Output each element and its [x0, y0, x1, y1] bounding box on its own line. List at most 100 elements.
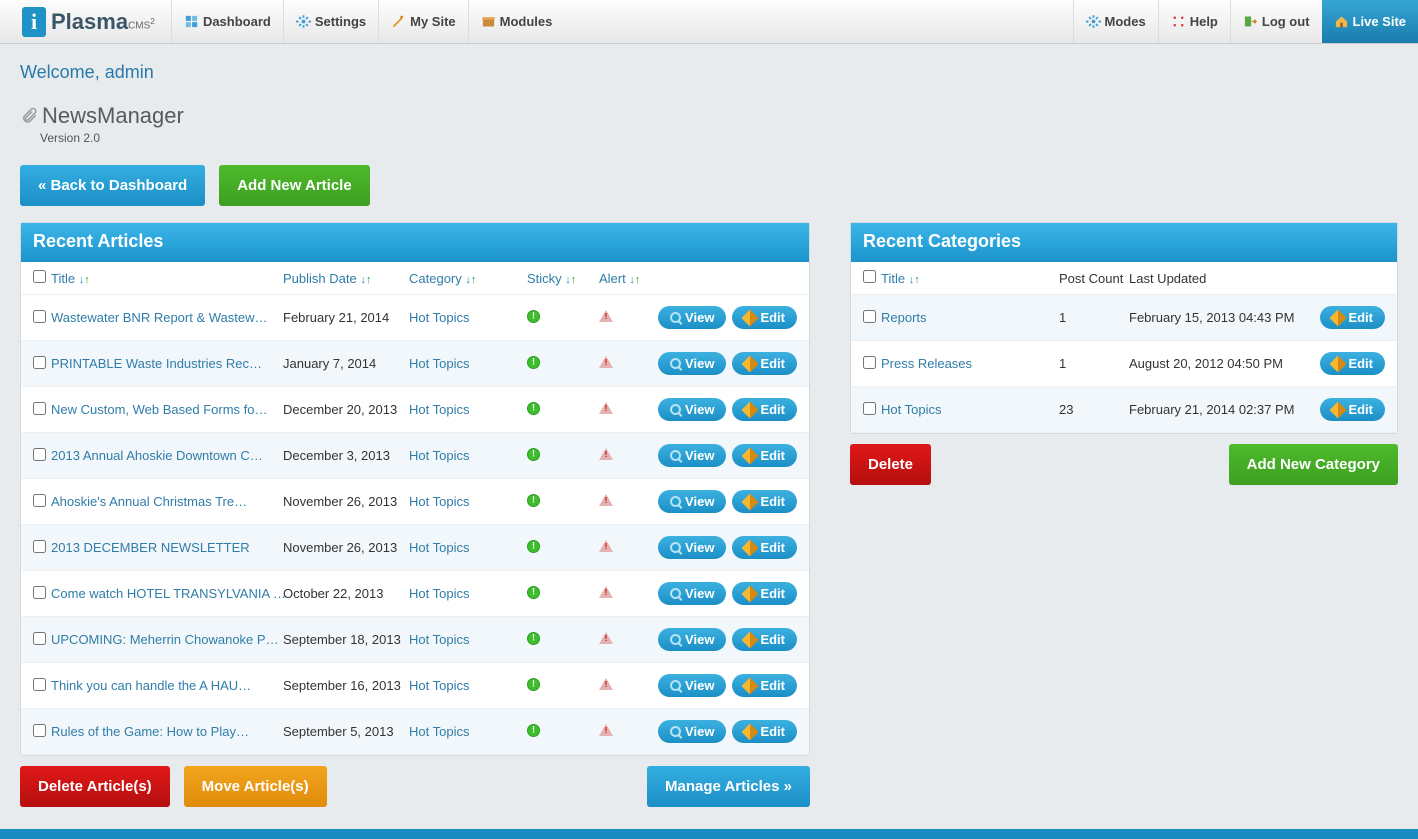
back-to-dashboard-button[interactable]: « Back to Dashboard — [20, 165, 205, 206]
col-header-category[interactable]: Category ↓↑ — [409, 271, 527, 286]
article-category-link[interactable]: Hot Topics — [409, 356, 469, 371]
box-icon — [481, 14, 496, 29]
edit-article-button[interactable]: Edit — [732, 398, 797, 421]
view-article-button[interactable]: View — [658, 628, 726, 651]
col-header-title[interactable]: Title ↓↑ — [51, 271, 283, 286]
article-row-checkbox[interactable] — [33, 724, 46, 737]
article-category-link[interactable]: Hot Topics — [409, 402, 469, 417]
view-article-button[interactable]: View — [658, 582, 726, 605]
edit-article-button[interactable]: Edit — [732, 720, 797, 743]
article-title-link[interactable]: 2013 DECEMBER NEWSLETTER — [51, 540, 250, 555]
edit-article-button[interactable]: Edit — [732, 352, 797, 375]
nav-dashboard[interactable]: Dashboard — [171, 0, 283, 43]
view-article-button[interactable]: View — [658, 398, 726, 421]
pencil-icon — [742, 539, 759, 556]
article-category-link[interactable]: Hot Topics — [409, 448, 469, 463]
article-date: December 20, 2013 — [283, 402, 409, 417]
edit-category-button[interactable]: Edit — [1320, 306, 1385, 329]
article-title-link[interactable]: PRINTABLE Waste Industries Rec… — [51, 356, 262, 371]
view-article-button[interactable]: View — [658, 674, 726, 697]
edit-article-button[interactable]: Edit — [732, 306, 797, 329]
category-title-link[interactable]: Reports — [881, 310, 927, 325]
view-article-button[interactable]: View — [658, 536, 726, 559]
article-category-link[interactable]: Hot Topics — [409, 540, 469, 555]
nav-label: Modes — [1105, 14, 1146, 29]
category-row-checkbox[interactable] — [863, 310, 876, 323]
add-article-button[interactable]: Add New Article — [219, 165, 369, 206]
article-category-link[interactable]: Hot Topics — [409, 310, 469, 325]
category-row-checkbox[interactable] — [863, 402, 876, 415]
add-category-button[interactable]: Add New Category — [1229, 444, 1398, 485]
article-row-checkbox[interactable] — [33, 402, 46, 415]
delete-categories-button[interactable]: Delete — [850, 444, 931, 485]
cat-col-header-title[interactable]: Title ↓↑ — [881, 271, 1059, 286]
category-post-count: 1 — [1059, 356, 1129, 371]
article-row-checkbox[interactable] — [33, 356, 46, 369]
col-header-alert[interactable]: Alert ↓↑ — [599, 271, 644, 286]
brand-logo[interactable]: i Plasma CMS2 — [0, 7, 171, 37]
edit-category-button[interactable]: Edit — [1320, 398, 1385, 421]
edit-article-button[interactable]: Edit — [732, 490, 797, 513]
edit-article-button[interactable]: Edit — [732, 536, 797, 559]
article-row-checkbox[interactable] — [33, 540, 46, 553]
nav-my-site[interactable]: My Site — [378, 0, 468, 43]
search-icon — [670, 634, 681, 645]
article-row-checkbox[interactable] — [33, 310, 46, 323]
nav-settings[interactable]: Settings — [283, 0, 378, 43]
view-article-button[interactable]: View — [658, 352, 726, 375]
nav-label: My Site — [410, 14, 456, 29]
move-articles-button[interactable]: Move Article(s) — [184, 766, 327, 807]
nav-help[interactable]: Help — [1158, 0, 1230, 43]
article-row-checkbox[interactable] — [33, 632, 46, 645]
nav-modules[interactable]: Modules — [468, 0, 565, 43]
category-title-link[interactable]: Hot Topics — [881, 402, 941, 417]
article-date: October 22, 2013 — [283, 586, 409, 601]
delete-articles-button[interactable]: Delete Article(s) — [20, 766, 170, 807]
manage-articles-button[interactable]: Manage Articles » — [647, 766, 810, 807]
view-article-button[interactable]: View — [658, 444, 726, 467]
edit-category-button[interactable]: Edit — [1320, 352, 1385, 375]
edit-article-button[interactable]: Edit — [732, 628, 797, 651]
article-row-checkbox[interactable] — [33, 494, 46, 507]
sticky-icon — [527, 356, 540, 369]
article-title-link[interactable]: Ahoskie's Annual Christmas Tre… — [51, 494, 247, 509]
article-title-link[interactable]: New Custom, Web Based Forms fo… — [51, 402, 268, 417]
select-all-categories-checkbox[interactable] — [863, 270, 876, 283]
article-title-link[interactable]: Come watch HOTEL TRANSYLVANIA … — [51, 586, 286, 601]
article-category-link[interactable]: Hot Topics — [409, 724, 469, 739]
sticky-icon — [527, 540, 540, 553]
article-row-checkbox[interactable] — [33, 586, 46, 599]
category-title-link[interactable]: Press Releases — [881, 356, 972, 371]
article-title-link[interactable]: UPCOMING: Meherrin Chowanoke P… — [51, 632, 279, 647]
view-article-button[interactable]: View — [658, 306, 726, 329]
article-title-link[interactable]: Think you can handle the A HAU… — [51, 678, 251, 693]
col-header-sticky[interactable]: Sticky ↓↑ — [527, 271, 599, 286]
col-header-publish-date[interactable]: Publish Date ↓↑ — [283, 271, 409, 286]
article-category-link[interactable]: Hot Topics — [409, 678, 469, 693]
article-row: Wastewater BNR Report & Wastew…February … — [21, 295, 809, 341]
edit-article-button[interactable]: Edit — [732, 444, 797, 467]
search-icon — [670, 680, 681, 691]
sticky-icon — [527, 494, 540, 507]
nav-live-site[interactable]: Live Site — [1322, 0, 1418, 43]
sticky-icon — [527, 448, 540, 461]
article-title-link[interactable]: Wastewater BNR Report & Wastew… — [51, 310, 267, 325]
edit-article-button[interactable]: Edit — [732, 582, 797, 605]
article-title-link[interactable]: 2013 Annual Ahoskie Downtown C… — [51, 448, 263, 463]
nav-log-out[interactable]: Log out — [1230, 0, 1322, 43]
edit-article-button[interactable]: Edit — [732, 674, 797, 697]
article-category-link[interactable]: Hot Topics — [409, 632, 469, 647]
nav-modes[interactable]: Modes — [1073, 0, 1158, 43]
logout-icon — [1243, 14, 1258, 29]
article-row-checkbox[interactable] — [33, 448, 46, 461]
article-row-checkbox[interactable] — [33, 678, 46, 691]
module-version: Version 2.0 — [40, 131, 1398, 145]
article-category-link[interactable]: Hot Topics — [409, 586, 469, 601]
view-article-button[interactable]: View — [658, 720, 726, 743]
select-all-articles-checkbox[interactable] — [33, 270, 46, 283]
article-title-link[interactable]: Rules of the Game: How to Play… — [51, 724, 249, 739]
alert-icon — [599, 356, 613, 368]
category-row-checkbox[interactable] — [863, 356, 876, 369]
view-article-button[interactable]: View — [658, 490, 726, 513]
article-category-link[interactable]: Hot Topics — [409, 494, 469, 509]
